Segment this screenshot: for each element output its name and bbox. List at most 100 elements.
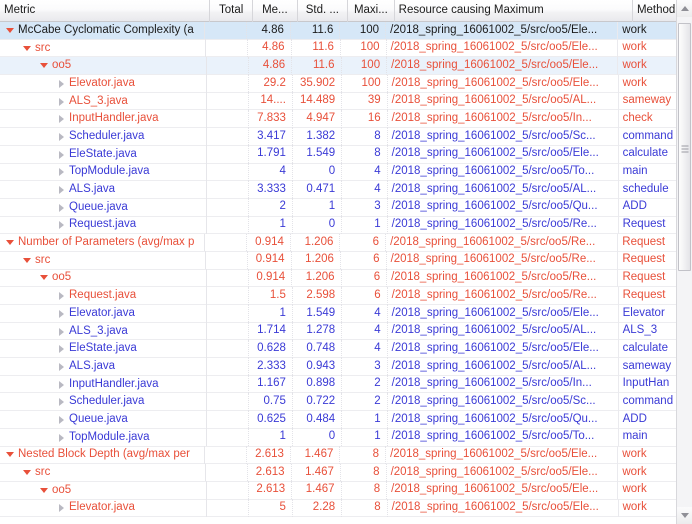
- chevron-down-icon[interactable]: [40, 486, 49, 495]
- metric-cell[interactable]: InputHandler.java: [0, 109, 208, 128]
- metric-cell[interactable]: Request.java: [0, 286, 208, 305]
- table-row[interactable]: Scheduler.java 0.75 0.722 2/2018_spring_160…: [0, 392, 676, 412]
- chevron-down-icon[interactable]: [23, 468, 32, 477]
- metric-cell[interactable]: Queue.java: [0, 410, 208, 429]
- chevron-right-icon[interactable]: [57, 415, 66, 424]
- table-row[interactable]: Queue.java 0.625 0.484 1/2018_spring_160610…: [0, 410, 676, 429]
- metric-cell[interactable]: Elevator.java: [0, 304, 208, 323]
- table-row[interactable]: TopModule.java 1 0 1/2018_spring_16061002_5…: [0, 428, 676, 447]
- table-row[interactable]: src 2.613 1.467 8/2018_spring_16061002_5/sr…: [0, 463, 676, 482]
- table-row[interactable]: Queue.java 2 1 3/2018_spring_16061002_5/src…: [0, 198, 676, 217]
- metric-cell[interactable]: Scheduler.java: [0, 392, 208, 411]
- chevron-right-icon[interactable]: [57, 503, 66, 513]
- metric-cell[interactable]: src: [0, 463, 206, 482]
- metric-cell[interactable]: oo5: [0, 481, 207, 500]
- table-row[interactable]: ALS_3.java 14.... 14.489 39/2018_spring_160…: [0, 92, 676, 111]
- metric-cell[interactable]: EleState.java: [0, 339, 208, 358]
- chevron-right-icon[interactable]: [57, 291, 66, 301]
- table-row[interactable]: Elevator.java 29.2 35.902 100/2018_spring_1…: [0, 74, 676, 93]
- chevron-right-icon[interactable]: [57, 327, 66, 336]
- table-row[interactable]: src 0.914 1.206 6/2018_spring_16061002_5/sr…: [0, 251, 676, 270]
- metric-cell[interactable]: src: [0, 39, 206, 57]
- metric-cell[interactable]: EleState.java: [0, 145, 208, 163]
- maximum-cell: 2: [342, 392, 388, 411]
- chevron-right-icon[interactable]: [57, 433, 66, 442]
- table-row[interactable]: Elevator.java 1 1.549 4/2018_spring_1606100…: [0, 304, 676, 323]
- chevron-down-icon[interactable]: [40, 61, 49, 70]
- metric-cell[interactable]: InputHandler.java: [0, 375, 208, 393]
- chevron-right-icon[interactable]: [57, 185, 66, 195]
- table-row[interactable]: EleState.java 1.791 1.549 8/2018_spring_160…: [0, 145, 676, 164]
- table-row[interactable]: Request.java 1.5 2.598 6/2018_spring_160610…: [0, 286, 676, 305]
- chevron-right-icon[interactable]: [57, 220, 66, 230]
- std-cell: 14.489: [293, 92, 343, 110]
- table-row[interactable]: ALS_3.java 1.714 1.278 4/2018_spring_160610…: [0, 322, 676, 341]
- metric-cell[interactable]: Elevator.java: [0, 499, 208, 517]
- table-row[interactable]: InputHandler.java 1.167 0.898 2/2018_spring…: [0, 375, 676, 394]
- metric-cell[interactable]: TopModule.java: [0, 428, 208, 446]
- table-row[interactable]: Nested Block Depth (avg/max per 2.613 1.46…: [0, 446, 676, 465]
- chevron-right-icon[interactable]: [57, 203, 66, 212]
- chevron-down-icon[interactable]: [23, 256, 32, 265]
- metric-cell[interactable]: oo5: [0, 269, 207, 287]
- table-row[interactable]: oo5 4.86 11.6 100/2018_spring_16061002_5/sr…: [0, 56, 676, 76]
- table-row[interactable]: Request.java 1 0 1/2018_spring_16061002_5/s…: [0, 216, 676, 235]
- column-header-metric[interactable]: Metric: [0, 0, 211, 22]
- table-row[interactable]: src 4.86 11.6 100/2018_spring_16061002_5/sr…: [0, 39, 676, 58]
- chevron-right-icon[interactable]: [57, 114, 66, 124]
- chevron-right-icon[interactable]: [57, 397, 66, 407]
- metric-cell[interactable]: src: [0, 251, 206, 270]
- table-row[interactable]: ALS.java 3.333 0.471 4/2018_spring_16061002…: [0, 180, 676, 199]
- table-row[interactable]: Elevator.java 5 2.28 8/2018_spring_16061002…: [0, 499, 676, 518]
- metric-cell[interactable]: Queue.java: [0, 198, 208, 217]
- metric-cell[interactable]: ALS.java: [0, 180, 208, 199]
- table-body[interactable]: McCabe Cyclomatic Complexity (a 4.86 11.6 1…: [0, 22, 676, 524]
- metric-cell[interactable]: Nested Block Depth (avg/max per: [0, 446, 206, 464]
- chevron-right-icon[interactable]: [57, 97, 66, 106]
- chevron-right-icon[interactable]: [57, 380, 66, 389]
- metric-cell[interactable]: oo5: [0, 56, 207, 75]
- scroll-up-icon[interactable]: [677, 0, 692, 17]
- chevron-right-icon[interactable]: [57, 309, 66, 318]
- table-row[interactable]: oo5 2.613 1.467 8/2018_spring_16061002_5/sr…: [0, 481, 676, 500]
- scrollbar-thumb[interactable]: [678, 23, 691, 271]
- metric-cell[interactable]: Elevator.java: [0, 74, 208, 93]
- chevron-down-icon[interactable]: [6, 238, 15, 247]
- chevron-down-icon[interactable]: [6, 450, 15, 459]
- vertical-scrollbar[interactable]: [676, 0, 692, 524]
- metric-cell[interactable]: Scheduler.java: [0, 127, 208, 146]
- chevron-down-icon[interactable]: [23, 44, 32, 53]
- chevron-down-icon[interactable]: [6, 26, 15, 35]
- total-cell: [207, 499, 250, 517]
- table-row[interactable]: ALS.java 2.333 0.943 3/2018_spring_16061002…: [0, 357, 676, 376]
- chevron-right-icon[interactable]: [57, 362, 66, 371]
- column-header-resource[interactable]: Resource causing Maximum: [395, 0, 633, 22]
- table-row[interactable]: TopModule.java 4 0 4/2018_spring_16061002_5…: [0, 163, 676, 182]
- scroll-down-icon[interactable]: [677, 507, 692, 524]
- metric-cell[interactable]: Number of Parameters (avg/max p: [0, 233, 206, 252]
- table-row[interactable]: InputHandler.java 7.833 4.947 16/2018_sprin…: [0, 109, 676, 129]
- metric-cell[interactable]: McCabe Cyclomatic Complexity (a: [0, 22, 206, 40]
- metric-cell[interactable]: TopModule.java: [0, 163, 208, 181]
- column-header-total[interactable]: Total: [210, 0, 254, 22]
- table-row[interactable]: Scheduler.java 3.417 1.382 8/2018_spring_16…: [0, 127, 676, 146]
- metric-cell[interactable]: ALS_3.java: [0, 322, 208, 340]
- table-row[interactable]: McCabe Cyclomatic Complexity (a 4.86 11.6 1…: [0, 22, 676, 40]
- table-row[interactable]: Number of Parameters (avg/max p 0.914 1.20…: [0, 233, 676, 252]
- chevron-right-icon[interactable]: [57, 79, 66, 88]
- metric-cell[interactable]: ALS_3.java: [0, 92, 208, 110]
- chevron-right-icon[interactable]: [57, 150, 66, 159]
- chevron-down-icon[interactable]: [40, 273, 49, 282]
- table-row[interactable]: oo5 0.914 1.206 6/2018_spring_16061002_5/sr…: [0, 269, 676, 288]
- mean-cell: 0.628: [249, 339, 293, 358]
- metric-cell[interactable]: Request.java: [0, 216, 208, 234]
- column-header-mean[interactable]: Me...: [253, 0, 298, 22]
- column-header-maximum[interactable]: Maxi...: [348, 0, 395, 22]
- table-row[interactable]: EleState.java 0.628 0.748 4/2018_spring_160…: [0, 339, 676, 359]
- chevron-right-icon[interactable]: [57, 132, 66, 141]
- metrics-tree-table[interactable]: Metric Total Me... Std. ... Maxi... Resource …: [0, 0, 692, 524]
- chevron-right-icon[interactable]: [57, 167, 66, 177]
- column-header-std[interactable]: Std. ...: [298, 0, 349, 22]
- chevron-right-icon[interactable]: [57, 344, 66, 354]
- metric-cell[interactable]: ALS.java: [0, 357, 208, 376]
